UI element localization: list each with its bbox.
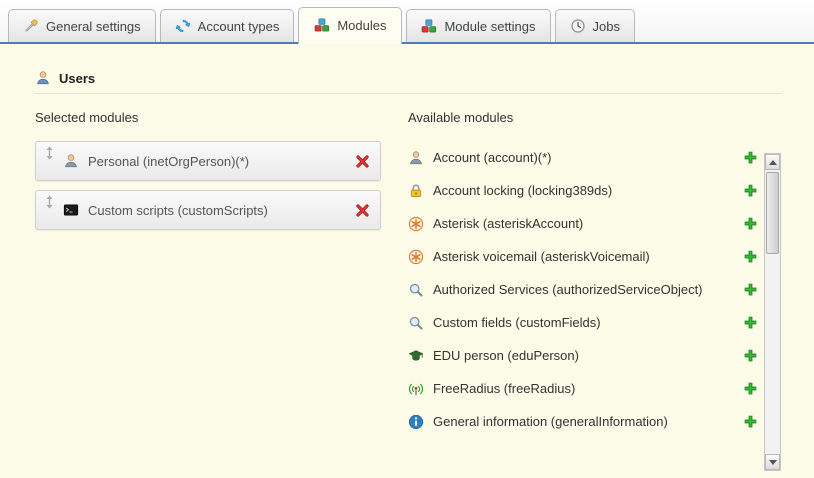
asterisk-icon (408, 249, 424, 265)
user-icon (63, 153, 79, 169)
available-modules-heading: Available modules (408, 110, 758, 125)
modules-icon (421, 18, 437, 34)
green-plus-icon[interactable] (743, 150, 758, 165)
green-plus-icon[interactable] (743, 315, 758, 330)
clock-icon (570, 18, 586, 34)
triangle-up-icon (769, 160, 777, 165)
available-module-row: FreeRadius (freeRadius) (408, 372, 758, 405)
available-module-row: Custom fields (customFields) (408, 306, 758, 339)
tab-module-settings[interactable]: Module settings (406, 9, 550, 42)
available-module-row: EDU person (eduPerson) (408, 339, 758, 372)
terminal-icon (63, 202, 79, 218)
selected-module-row: Custom scripts (customScripts) (35, 190, 381, 230)
green-plus-icon[interactable] (743, 282, 758, 297)
antenna-icon (408, 381, 424, 397)
green-plus-icon[interactable] (743, 414, 758, 429)
tab-modules[interactable]: Modules (298, 7, 402, 44)
tab-label: Jobs (593, 19, 620, 34)
available-module-label: Asterisk voicemail (asteriskVoicemail) (433, 249, 743, 264)
tab-general-settings[interactable]: General settings (8, 9, 156, 42)
available-module-label: Asterisk (asteriskAccount) (433, 216, 743, 231)
tab-account-types[interactable]: Account types (160, 9, 295, 42)
drag-handle-icon[interactable] (44, 146, 55, 160)
green-plus-icon[interactable] (743, 348, 758, 363)
info-icon (408, 414, 424, 430)
selected-module-label: Custom scripts (customScripts) (88, 203, 355, 218)
sync-icon (175, 18, 191, 34)
selected-module-label: Personal (inetOrgPerson)(*) (88, 154, 355, 169)
available-module-row: Authorized Services (authorizedServiceOb… (408, 273, 758, 306)
available-module-row: Asterisk (asteriskAccount) (408, 207, 758, 240)
available-module-label: Custom fields (customFields) (433, 315, 743, 330)
green-plus-icon[interactable] (743, 183, 758, 198)
green-plus-icon[interactable] (743, 381, 758, 396)
scroll-down-button[interactable] (765, 454, 780, 470)
available-module-label: FreeRadius (freeRadius) (433, 381, 743, 396)
tab-bar: General settings Account types Modules M… (0, 0, 814, 44)
green-plus-icon[interactable] (743, 249, 758, 264)
available-module-row: General information (generalInformation) (408, 405, 758, 438)
selected-modules-heading: Selected modules (35, 110, 408, 125)
drag-handle-icon[interactable] (44, 195, 55, 209)
tab-label: Modules (337, 18, 386, 33)
modules-columns: Selected modules Personal (inetOrgPerson… (35, 110, 814, 438)
available-module-label: Account locking (locking389ds) (433, 183, 743, 198)
available-module-row: Account (account)(*) (408, 141, 758, 174)
red-x-icon[interactable] (355, 154, 370, 169)
selected-module-row: Personal (inetOrgPerson)(*) (35, 141, 381, 181)
tab-label: General settings (46, 19, 141, 34)
tab-label: Module settings (444, 19, 535, 34)
red-x-icon[interactable] (355, 203, 370, 218)
available-module-label: EDU person (eduPerson) (433, 348, 743, 363)
vertical-scrollbar[interactable] (764, 153, 781, 471)
available-module-label: Account (account)(*) (433, 150, 743, 165)
wrench-icon (23, 18, 39, 34)
magnifier-icon (408, 282, 424, 298)
tab-label: Account types (198, 19, 280, 34)
scrollbar-track[interactable] (765, 170, 780, 454)
lock-icon (408, 183, 424, 199)
selected-modules-column: Selected modules Personal (inetOrgPerson… (35, 110, 408, 438)
available-module-row: Asterisk voicemail (asteriskVoicemail) (408, 240, 758, 273)
available-module-label: Authorized Services (authorizedServiceOb… (433, 282, 743, 297)
asterisk-icon (408, 216, 424, 232)
scroll-up-button[interactable] (765, 154, 780, 170)
triangle-down-icon (769, 460, 777, 465)
available-module-row: Account locking (locking389ds) (408, 174, 758, 207)
graduation-cap-icon (408, 348, 424, 364)
available-modules-column: Available modules Account (account)(*) A… (408, 110, 814, 438)
magnifier-icon (408, 315, 424, 331)
tab-jobs[interactable]: Jobs (555, 9, 635, 42)
green-plus-icon[interactable] (743, 216, 758, 231)
users-section-header: Users (35, 70, 781, 94)
user-icon (408, 150, 424, 166)
section-title: Users (59, 71, 95, 86)
user-icon (35, 70, 51, 86)
available-module-label: General information (generalInformation) (433, 414, 743, 429)
modules-icon (314, 17, 330, 33)
scrollbar-thumb[interactable] (766, 172, 779, 254)
